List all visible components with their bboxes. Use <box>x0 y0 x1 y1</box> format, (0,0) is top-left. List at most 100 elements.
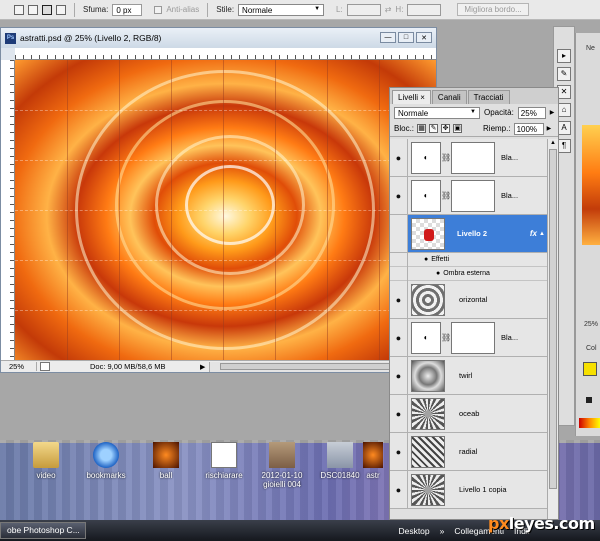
layer-row[interactable]: ● orizontal <box>390 281 547 319</box>
fx-icon[interactable]: fx <box>530 229 537 238</box>
preview-icon[interactable] <box>40 362 50 371</box>
layer-row[interactable]: ● ◐ ⛓ Bla... <box>390 319 547 357</box>
eye-icon[interactable]: ● <box>390 139 408 176</box>
history-icon[interactable]: ✎ <box>557 67 571 81</box>
opacity-input[interactable]: 25% <box>517 106 546 119</box>
width-input[interactable] <box>346 3 381 16</box>
chevron-icon[interactable]: » <box>440 526 445 536</box>
document-titlebar[interactable]: Ps astratti.psd @ 25% (Livello 2, RGB/8)… <box>1 28 436 48</box>
eye-icon[interactable]: ● <box>390 357 408 394</box>
link-icon[interactable]: ⛓ <box>441 191 451 200</box>
layer-thumbnail[interactable] <box>411 435 445 468</box>
lock-position-icon[interactable]: ✥ <box>441 124 451 133</box>
lock-pixels-icon[interactable]: ✎ <box>429 124 439 133</box>
layers-scrollbar[interactable]: ▲ <box>547 139 558 519</box>
vertical-ruler[interactable] <box>1 60 15 360</box>
blend-mode-select[interactable]: Normale <box>394 106 480 119</box>
desktop-toolbar[interactable]: Desktop <box>398 526 429 536</box>
refine-edge-button[interactable]: Migliora bordo... <box>457 3 529 16</box>
navigator-tab[interactable]: Ne <box>586 45 595 52</box>
collapse-arrow-icon[interactable]: ▲ <box>539 231 545 237</box>
eye-icon[interactable]: ● <box>436 270 440 277</box>
eye-icon[interactable]: ● <box>390 177 408 214</box>
desktop-icon-ball[interactable]: ball <box>138 442 194 480</box>
horizontal-ruler[interactable] <box>15 48 436 60</box>
add-selection-icon[interactable] <box>28 4 38 15</box>
feather-input[interactable]: 0 px <box>112 3 143 16</box>
layer-thumbnail[interactable] <box>411 473 445 506</box>
minimize-button[interactable]: — <box>380 32 396 43</box>
drop-shadow-row[interactable]: ● Ombra esterna <box>390 266 547 281</box>
subtract-selection-icon[interactable] <box>42 4 52 15</box>
layer-thumbnail[interactable] <box>411 359 445 392</box>
layer-row[interactable]: ● twirl <box>390 357 547 395</box>
eye-icon[interactable] <box>390 266 408 281</box>
eye-icon[interactable]: ● <box>424 256 428 263</box>
link-icon[interactable]: ⛓ <box>441 333 451 342</box>
link-icon[interactable]: ⛓ <box>441 153 451 162</box>
paragraph-icon[interactable]: ¶ <box>557 139 571 153</box>
antialias-checkbox[interactable] <box>154 5 163 14</box>
divider <box>74 2 75 17</box>
layer-mask-thumbnail[interactable] <box>451 141 495 174</box>
fill-input[interactable]: 100% <box>513 122 544 135</box>
layer-row[interactable]: ● oceab <box>390 395 547 433</box>
layer-row[interactable]: ● Livello 1 copia <box>390 471 547 509</box>
eye-icon[interactable]: ● <box>390 281 408 318</box>
tab-channels[interactable]: Canali <box>431 90 467 104</box>
desktop-icon-bookmarks[interactable]: bookmarks <box>78 442 134 480</box>
layer-row[interactable]: ● ◐ ⛓ Bla... <box>390 177 547 215</box>
color-ramp[interactable] <box>579 418 600 428</box>
layer-row[interactable]: ● radial <box>390 433 547 471</box>
layer-thumbnail[interactable] <box>411 397 445 430</box>
eye-icon[interactable]: ● <box>390 471 408 508</box>
layer-name: radial <box>459 447 478 456</box>
intersect-selection-icon[interactable] <box>56 4 66 15</box>
tab-close-icon[interactable]: × <box>420 93 425 102</box>
layer-row[interactable]: ● ◐ ⛓ Bla... <box>390 139 547 177</box>
blend-row: Normale Opacità: 25% ▶ <box>390 104 558 121</box>
layer-thumbnail[interactable] <box>411 217 445 250</box>
desktop-icon-astratti[interactable]: astr <box>358 442 388 480</box>
scroll-up-icon[interactable]: ▲ <box>548 139 558 148</box>
opacity-arrow-icon[interactable]: ▶ <box>550 109 555 116</box>
swap-icon[interactable]: ⇄ <box>385 5 392 14</box>
tab-paths[interactable]: Tracciati <box>467 90 510 104</box>
eye-icon[interactable]: ● <box>390 319 408 356</box>
navigator-thumbnail[interactable] <box>582 125 600 245</box>
layer-mask-thumbnail[interactable] <box>451 179 495 212</box>
zoom-level[interactable]: 25% <box>1 362 37 371</box>
image-canvas[interactable] <box>15 60 436 360</box>
height-input[interactable] <box>407 3 442 16</box>
eye-icon[interactable]: ● <box>390 433 408 470</box>
brushes-icon[interactable]: A <box>557 121 571 135</box>
close-button[interactable]: ✕ <box>416 32 432 43</box>
desktop-icon-label: DSC01840 <box>320 471 360 480</box>
effects-row[interactable]: ● Effetti <box>390 252 547 267</box>
desktop-icon-video[interactable]: video <box>18 442 74 480</box>
layer-row-selected[interactable]: Livello 2 fx ▲ <box>390 215 547 253</box>
foreground-color-swatch[interactable] <box>583 362 597 376</box>
desktop-icon-rischiarare[interactable]: rischiarare <box>196 442 252 480</box>
status-menu-arrow[interactable]: ▶ <box>200 363 205 371</box>
fill-arrow-icon[interactable]: ▶ <box>547 125 552 132</box>
new-selection-icon[interactable] <box>14 4 24 15</box>
photoshop-taskbar-button[interactable]: obe Photoshop C... <box>0 522 86 539</box>
tool-presets-icon[interactable]: ⌂ <box>557 103 571 117</box>
lock-all-icon[interactable]: ▣ <box>453 124 463 133</box>
style-select[interactable]: Normale <box>238 3 325 16</box>
layer-mask-thumbnail[interactable] <box>451 321 495 354</box>
eye-icon[interactable] <box>390 215 408 252</box>
lock-transparency-icon[interactable]: ▦ <box>417 124 427 133</box>
desktop-icon-gioielli[interactable]: 2012-01-10 gioielli 004 <box>254 442 310 489</box>
maximize-button[interactable]: □ <box>398 32 414 43</box>
color-tab[interactable]: Col <box>586 345 597 352</box>
eye-icon[interactable] <box>390 252 408 267</box>
actions-icon[interactable]: ✕ <box>557 85 571 99</box>
eye-icon[interactable]: ● <box>390 395 408 432</box>
layer-thumbnail[interactable] <box>411 283 445 316</box>
photo-icon <box>269 442 295 468</box>
scrollbar-thumb[interactable] <box>549 149 557 489</box>
tab-layers[interactable]: Livelli × <box>392 90 431 104</box>
navigator-icon[interactable]: ▸ <box>557 49 571 63</box>
